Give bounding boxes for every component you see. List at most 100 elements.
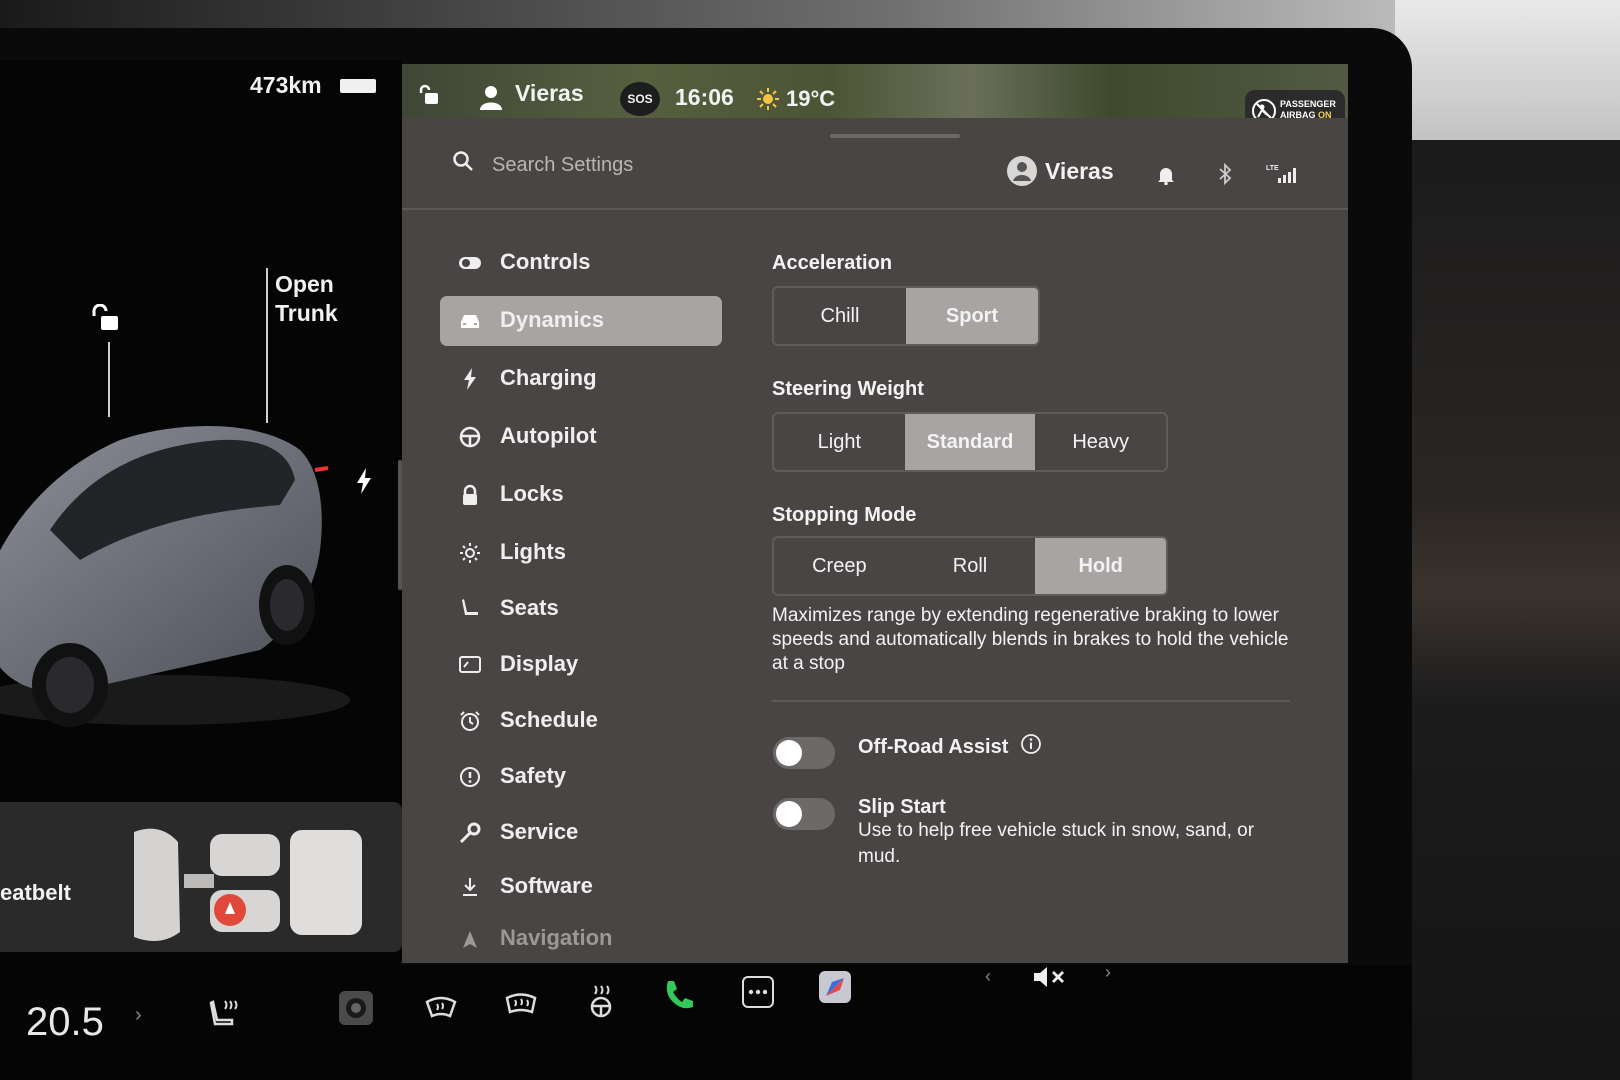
seat-heater-icon[interactable] — [208, 998, 242, 1035]
toggle-knob — [776, 801, 802, 827]
slip-start-label: Slip Start — [858, 796, 946, 818]
topbar-user-name[interactable]: Vieras — [515, 80, 584, 107]
nav-label: Lights — [500, 539, 566, 564]
volume-mute-icon[interactable] — [1032, 964, 1068, 995]
nav-item-lights[interactable]: Lights — [440, 528, 722, 578]
trunk-label-line1: Open — [275, 271, 334, 297]
airbag-label-line1: PASSENGER — [1280, 99, 1336, 109]
steering-weight-segmented-control: Light Standard Heavy — [772, 412, 1168, 472]
nav-item-navigation[interactable]: Navigation — [440, 914, 722, 958]
nav-item-controls[interactable]: Controls — [440, 238, 722, 288]
steering-heavy-button[interactable]: Heavy — [1035, 414, 1166, 470]
nav-item-dynamics[interactable]: Dynamics — [440, 296, 722, 346]
unlock-icon[interactable] — [90, 303, 122, 339]
seat-icon — [458, 598, 482, 625]
seatbelt-warning-label: eatbelt — [0, 880, 71, 905]
info-icon[interactable] — [1020, 733, 1042, 760]
background-dashboard — [1395, 140, 1620, 1080]
nav-label: Controls — [500, 249, 591, 274]
profile-icon[interactable] — [476, 82, 506, 117]
lte-signal-icon: LTE — [1266, 162, 1296, 189]
display-icon — [458, 654, 482, 681]
nav-item-seats[interactable]: Seats — [440, 584, 722, 634]
cabin-temperature[interactable]: 20.5 — [26, 1000, 104, 1045]
nav-item-software[interactable]: Software — [440, 862, 722, 912]
acceleration-sport-button[interactable]: Sport — [906, 288, 1038, 344]
temperature-increase-button[interactable]: › — [135, 1004, 142, 1027]
stopping-roll-button[interactable]: Roll — [905, 538, 1036, 594]
nav-label: Seats — [500, 595, 559, 620]
front-defrost-icon[interactable] — [424, 994, 458, 1029]
nav-label: Service — [500, 819, 579, 844]
steering-wheel-icon — [458, 426, 482, 453]
battery-icon — [340, 79, 376, 93]
sos-button[interactable]: SOS — [620, 82, 660, 116]
charge-port-icon[interactable] — [355, 468, 373, 499]
nav-label: Display — [500, 651, 579, 676]
nav-label: Locks — [500, 481, 564, 506]
nav-item-charging[interactable]: Charging — [440, 354, 722, 404]
more-apps-icon[interactable] — [742, 976, 774, 1013]
slip-start-toggle[interactable] — [773, 798, 835, 830]
trunk-label-line2: Trunk — [275, 300, 338, 326]
camera-icon[interactable] — [338, 990, 374, 1031]
nav-item-autopilot[interactable]: Autopilot — [440, 412, 722, 462]
open-trunk-button[interactable]: Open Trunk — [275, 270, 338, 328]
stopping-creep-button[interactable]: Creep — [774, 538, 905, 594]
bluetooth-icon[interactable] — [1218, 162, 1232, 190]
nav-label: Software — [500, 873, 593, 898]
nav-label: Charging — [500, 365, 597, 390]
section-divider — [772, 700, 1290, 702]
toggle-knob — [776, 740, 802, 766]
off-road-assist-label: Off-Road Assist — [858, 736, 1009, 758]
range-readout: 473km — [250, 72, 322, 98]
acceleration-chill-button[interactable]: Chill — [774, 288, 906, 344]
car-icon — [458, 310, 482, 337]
avatar-icon[interactable] — [1007, 156, 1037, 191]
driver-profile-button[interactable]: Vieras — [1045, 158, 1114, 185]
search-settings-input[interactable] — [490, 146, 794, 184]
steering-light-button[interactable]: Light — [774, 414, 905, 470]
stopping-mode-description: Maximizes range by extending regenerativ… — [772, 605, 1289, 674]
rear-defrost-icon[interactable] — [504, 992, 538, 1027]
outside-temperature: 19°C — [786, 86, 836, 111]
acceleration-segmented-control: Chill Sport — [772, 286, 1040, 346]
slip-start-description: Use to help free vehicle stuck in snow, … — [858, 820, 1255, 867]
lock-icon — [458, 484, 482, 511]
phone-icon[interactable] — [662, 978, 696, 1017]
toggle-icon — [458, 252, 482, 279]
nav-item-display[interactable]: Display — [440, 640, 722, 690]
nav-label: Autopilot — [500, 423, 597, 448]
nav-label: Navigation — [500, 925, 613, 950]
panel-drag-handle[interactable] — [830, 134, 960, 138]
volume-prev-button[interactable]: ‹ — [985, 966, 991, 987]
navigation-icon — [458, 928, 482, 955]
nav-label: Schedule — [500, 707, 598, 732]
clock: 16:06 — [675, 84, 734, 110]
seat-map-image — [134, 828, 362, 941]
header-divider — [402, 208, 1348, 210]
nav-item-locks[interactable]: Locks — [440, 470, 722, 520]
wrench-icon — [458, 822, 482, 849]
nav-label: Safety — [500, 763, 567, 788]
trunk-pointer-line — [266, 268, 268, 423]
navigation-app-icon[interactable] — [818, 970, 852, 1009]
stopping-mode-segmented-control: Creep Roll Hold — [772, 536, 1168, 596]
sun-icon — [458, 542, 482, 569]
download-icon — [458, 876, 482, 903]
bell-icon[interactable] — [1157, 165, 1175, 190]
search-icon — [452, 150, 474, 177]
car-model-image — [0, 426, 350, 727]
lock-status-icon[interactable] — [418, 84, 440, 111]
stopping-hold-button[interactable]: Hold — [1035, 538, 1166, 594]
bolt-icon — [458, 368, 482, 395]
volume-next-button[interactable]: › — [1105, 962, 1111, 983]
weather-sun-icon — [756, 87, 780, 116]
lock-pointer-line — [108, 342, 110, 417]
nav-item-schedule[interactable]: Schedule — [440, 696, 722, 746]
steering-standard-button[interactable]: Standard — [904, 414, 1036, 470]
nav-item-safety[interactable]: Safety — [440, 752, 722, 802]
off-road-assist-toggle[interactable] — [773, 737, 835, 769]
nav-item-service[interactable]: Service — [440, 808, 722, 858]
steering-wheel-heater-icon[interactable] — [586, 984, 616, 1023]
